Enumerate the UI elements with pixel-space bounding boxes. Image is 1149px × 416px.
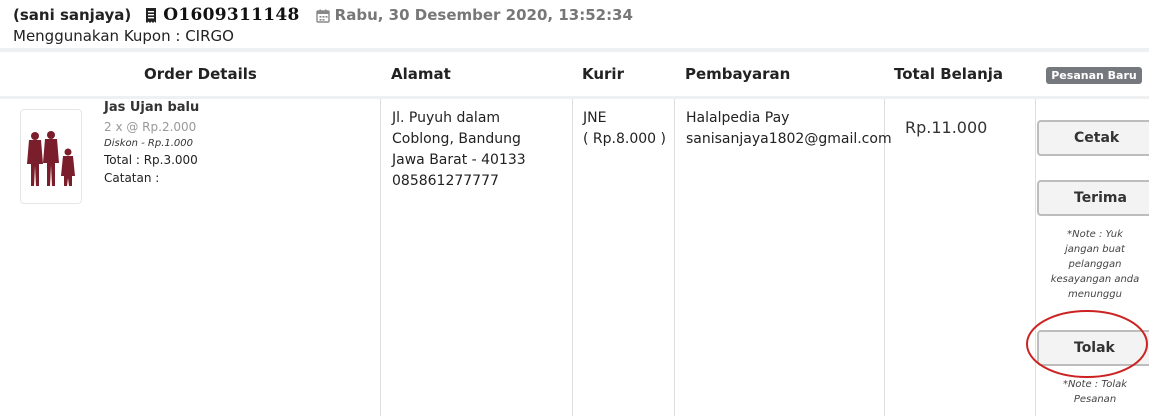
address-line: Jawa Barat - 40133 bbox=[392, 152, 526, 168]
tolak-note: *Note : Tolak Pesanan bbox=[1062, 379, 1128, 405]
terima-button[interactable]: Terima bbox=[1037, 180, 1149, 216]
terima-note: *Note : Yuk jangan buat pelanggan kesaya… bbox=[1050, 229, 1140, 300]
coupon-info: Menggunakan Kupon : CIRGO bbox=[13, 27, 234, 45]
receipt-icon bbox=[145, 7, 157, 23]
order-total: Rp.11.000 bbox=[905, 118, 988, 137]
payment-method: Halalpedia Pay bbox=[686, 110, 790, 126]
product-qty-price: 2 x @ Rp.2.000 bbox=[104, 120, 197, 134]
header-order-details: Order Details bbox=[144, 65, 257, 83]
column-divider bbox=[380, 99, 381, 416]
column-divider bbox=[674, 99, 675, 416]
phone-number: 085861277777 bbox=[392, 173, 499, 189]
payment-account: sanisanjaya1802@gmail.com bbox=[686, 131, 892, 147]
status-badge: Pesanan Baru bbox=[1046, 67, 1142, 84]
column-divider bbox=[572, 99, 573, 416]
table-header: Order Details Alamat Kurir Pembayaran To… bbox=[0, 52, 1149, 96]
address-line: Coblong, Bandung bbox=[392, 131, 521, 147]
tolak-button[interactable]: Tolak bbox=[1037, 330, 1149, 366]
order-datetime: Rabu, 30 Desember 2020, 13:52:34 bbox=[334, 6, 633, 24]
address-line: Jl. Puyuh dalam bbox=[392, 110, 501, 126]
calendar-icon bbox=[315, 8, 330, 23]
order-number: O1609311148 bbox=[163, 5, 300, 25]
shipping-address: Jl. Puyuh dalam Coblong, Bandung Jawa Ba… bbox=[392, 108, 526, 192]
order-header: (sani sanjaya) O1609311148 Rabu, 30 Dese… bbox=[13, 4, 1133, 47]
product-image[interactable] bbox=[20, 109, 82, 204]
header-total-belanja: Total Belanja bbox=[894, 65, 1004, 83]
courier-cost: ( Rp.8.000 ) bbox=[583, 131, 666, 147]
payment-info: Halalpedia Pay sanisanjaya1802@gmail.com bbox=[686, 108, 892, 150]
column-divider bbox=[1035, 99, 1036, 416]
header-alamat: Alamat bbox=[391, 65, 451, 83]
header-pembayaran: Pembayaran bbox=[685, 65, 791, 83]
order-header-line: (sani sanjaya) O1609311148 Rabu, 30 Dese… bbox=[13, 4, 1133, 26]
courier-info: JNE ( Rp.8.000 ) bbox=[583, 108, 666, 150]
header-kurir: Kurir bbox=[582, 65, 624, 83]
product-name: Jas Ujan balu bbox=[104, 100, 200, 115]
divider bbox=[0, 96, 1149, 99]
product-note: Catatan : bbox=[104, 171, 160, 185]
customer-name: (sani sanjaya) bbox=[13, 6, 132, 24]
product-discount: Diskon - Rp.1.000 bbox=[104, 138, 194, 149]
raincoat-image bbox=[27, 131, 75, 186]
product-total: Total : Rp.3.000 bbox=[104, 153, 198, 167]
cetak-button[interactable]: Cetak bbox=[1037, 120, 1149, 156]
courier-name: JNE bbox=[583, 110, 607, 126]
